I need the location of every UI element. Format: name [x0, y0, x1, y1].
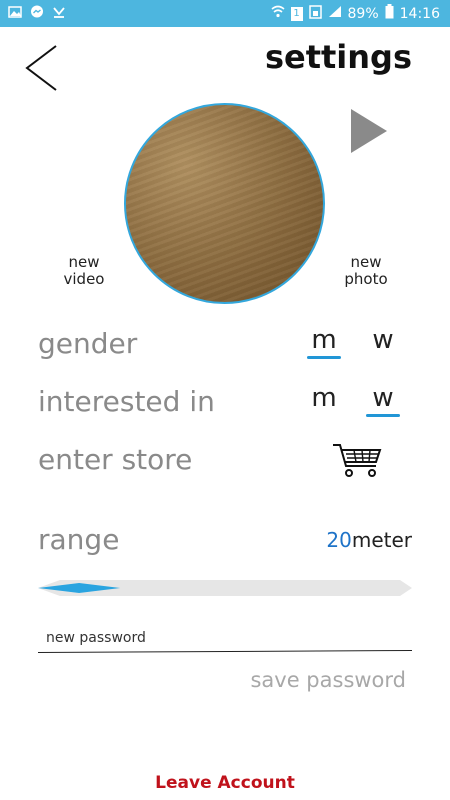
sim-card-icon [308, 4, 322, 23]
range-unit: meter [351, 528, 412, 552]
system-status: 1 89% 14:16 [271, 4, 440, 23]
wifi-icon [271, 5, 285, 22]
interested-selected-underline [366, 414, 400, 417]
new-photo-button[interactable]: new photo [340, 254, 392, 288]
new-video-label-line1: new [68, 253, 100, 271]
leave-account-button[interactable]: Leave Account [0, 773, 450, 793]
range-slider[interactable] [38, 580, 412, 596]
page-title: settings [264, 38, 412, 76]
play-button[interactable] [350, 108, 388, 158]
range-value: 20meter [326, 528, 412, 552]
new-photo-label-line1: new [350, 253, 382, 271]
download-icon [52, 5, 66, 19]
gender-option-w[interactable]: w [367, 325, 399, 355]
new-password-label: new password [46, 630, 146, 646]
battery-icon [385, 4, 394, 23]
clock: 14:16 [399, 5, 440, 22]
new-video-label-line2: video [63, 270, 105, 288]
notification-icons [8, 5, 66, 19]
status-bar: 1 89% 14:16 [0, 0, 450, 27]
gender-selected-underline [307, 356, 341, 359]
shopping-cart-icon [333, 444, 382, 477]
profile-video-thumbnail[interactable] [124, 103, 325, 304]
play-icon [351, 109, 387, 153]
range-number: 20 [326, 528, 352, 552]
sim-icon: 1 [290, 6, 303, 21]
battery-text: 89% [347, 5, 379, 22]
enter-store-button[interactable] [332, 442, 382, 482]
chevron-left-icon [25, 45, 57, 91]
enter-store-label: enter store [38, 443, 193, 476]
interested-in-label: interested in [38, 385, 215, 418]
signal-icon [328, 5, 342, 22]
gender-option-m[interactable]: m [308, 325, 340, 355]
back-button[interactable] [24, 44, 60, 92]
new-photo-label-line2: photo [344, 270, 388, 288]
interested-option-w[interactable]: w [367, 383, 399, 413]
messenger-icon [30, 5, 44, 19]
gender-label: gender [38, 327, 138, 360]
new-password-input[interactable] [38, 646, 412, 654]
image-icon [8, 5, 22, 19]
new-video-button[interactable]: new video [58, 254, 110, 288]
interested-option-m[interactable]: m [308, 383, 340, 413]
save-password-button[interactable]: save password [250, 668, 406, 692]
range-label: range [38, 523, 120, 556]
